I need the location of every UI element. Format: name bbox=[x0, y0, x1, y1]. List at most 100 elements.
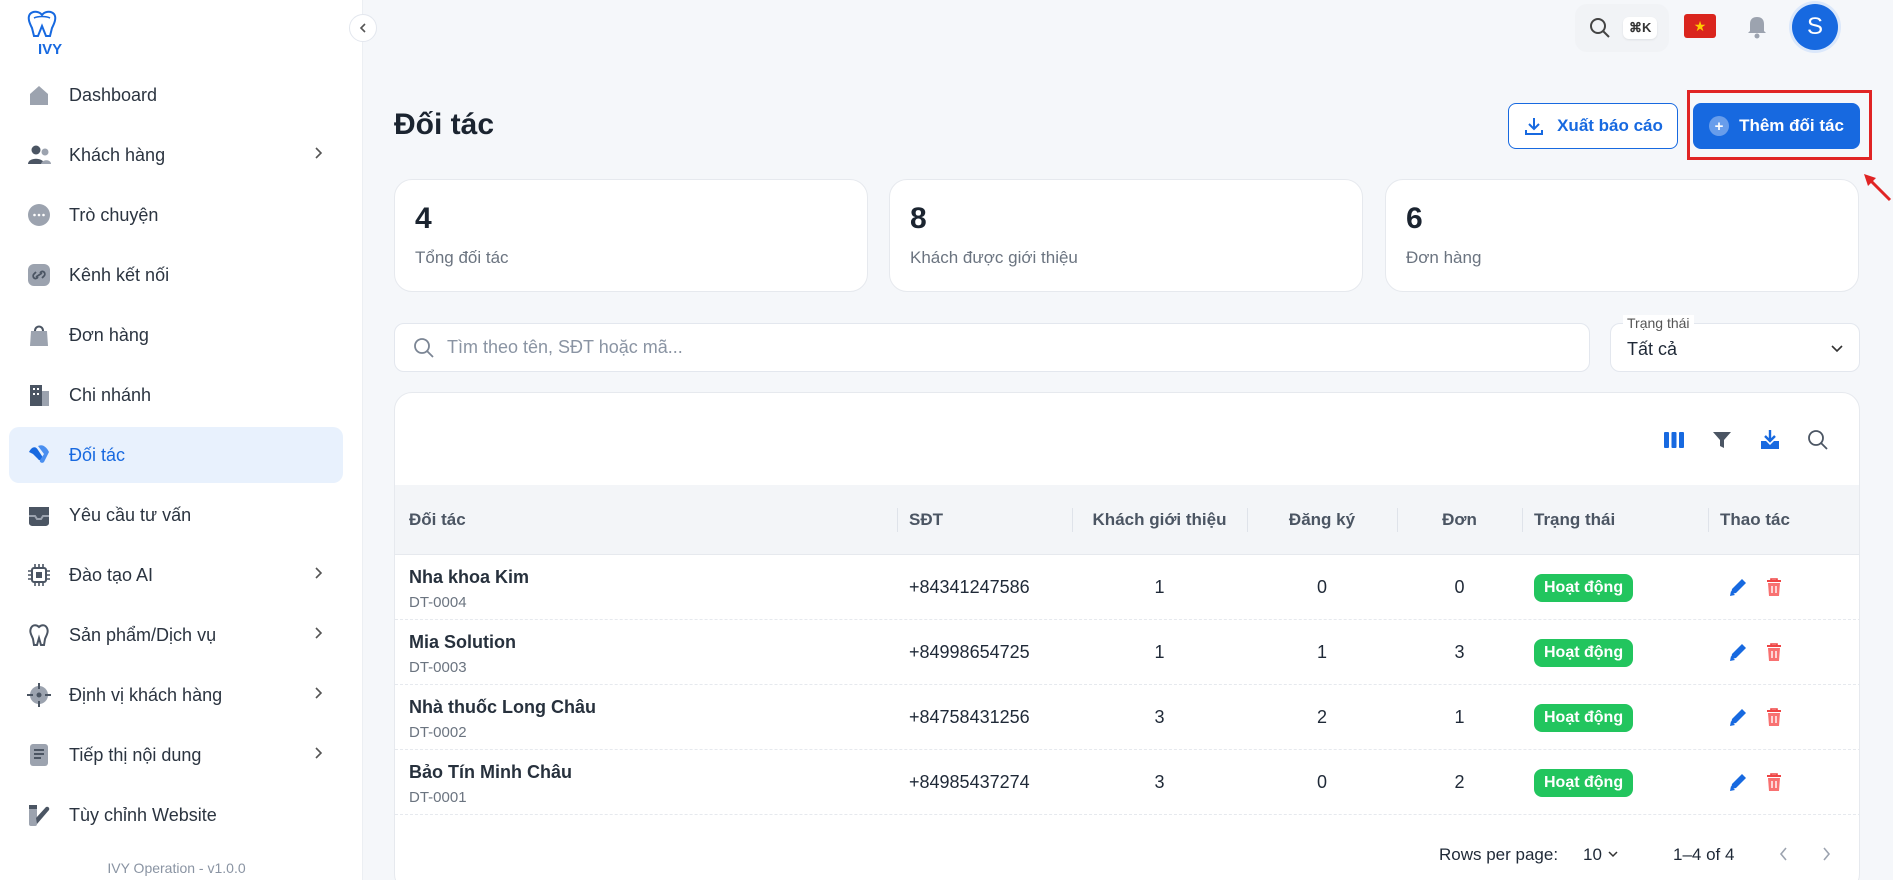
previous-page-button[interactable] bbox=[1777, 846, 1791, 867]
edit-button[interactable] bbox=[1727, 771, 1749, 793]
sidebar-item[interactable]: Khách hàng bbox=[9, 127, 343, 183]
notifications-button[interactable] bbox=[1743, 12, 1771, 40]
shortcut-hint: ⌘K bbox=[1623, 17, 1658, 39]
table-search-button[interactable] bbox=[1805, 427, 1831, 453]
chevron-left-icon bbox=[1779, 847, 1787, 861]
column-header-partner[interactable]: Đối tác bbox=[409, 510, 466, 530]
edit-button[interactable] bbox=[1727, 641, 1749, 663]
search-input[interactable] bbox=[447, 337, 1547, 358]
column-header-registered[interactable]: Đăng ký bbox=[1247, 510, 1397, 530]
command-search-button[interactable]: ⌘K bbox=[1575, 4, 1669, 52]
table-row[interactable]: Mia Solution DT-0003 +84998654725 1 1 3 Hoạt đ… bbox=[395, 620, 1859, 685]
sidebar-item[interactable]: Yêu cầu tư vấn bbox=[9, 487, 343, 543]
chevron-left-icon bbox=[359, 23, 366, 33]
status-badge: Hoạt động bbox=[1534, 574, 1634, 602]
delete-button[interactable] bbox=[1763, 771, 1785, 793]
stat-label: Tổng đối tác bbox=[415, 248, 509, 267]
edit-button[interactable] bbox=[1727, 706, 1749, 728]
stat-card-orders: 6 Đơn hàng bbox=[1385, 179, 1859, 292]
table-toolbar bbox=[1661, 427, 1831, 453]
sidebar-item-label: Đơn hàng bbox=[69, 324, 149, 345]
trash-icon bbox=[1767, 643, 1781, 661]
user-avatar[interactable]: S bbox=[1792, 4, 1838, 50]
table-row[interactable]: Nha khoa Kim DT-0004 +84341247586 1 0 0 Hoạt đ… bbox=[395, 555, 1859, 620]
sidebar-item[interactable]: Sản phẩm/Dịch vụ bbox=[9, 607, 343, 663]
svg-text:IVY: IVY bbox=[38, 41, 62, 56]
column-header-status[interactable]: Trạng thái bbox=[1534, 510, 1615, 530]
shopping-bag-icon bbox=[25, 321, 53, 349]
sidebar-item[interactable]: Tùy chỉnh Website bbox=[9, 787, 343, 843]
next-page-button[interactable] bbox=[1819, 846, 1833, 867]
home-icon bbox=[25, 81, 53, 109]
sidebar-item[interactable]: Tiếp thị nội dung bbox=[9, 727, 343, 783]
registered-cell: 1 bbox=[1316, 642, 1327, 662]
orders-cell: 3 bbox=[1454, 642, 1465, 662]
stat-label: Đơn hàng bbox=[1406, 248, 1482, 267]
column-divider bbox=[1522, 508, 1523, 532]
sidebar-item-label: Yêu cầu tư vấn bbox=[69, 504, 192, 525]
filter-button[interactable] bbox=[1709, 427, 1735, 453]
status-filter-label: Trạng thái bbox=[1623, 315, 1694, 331]
referred-cell: 3 bbox=[1154, 772, 1165, 792]
sidebar-item[interactable]: Định vị khách hàng bbox=[9, 667, 343, 723]
chat-icon bbox=[25, 201, 53, 229]
sidebar-item[interactable]: Kênh kết nối bbox=[9, 247, 343, 303]
edit-button[interactable] bbox=[1727, 576, 1749, 598]
table-row[interactable]: Nhà thuốc Long Châu DT-0002 +84758431256 3 2… bbox=[395, 685, 1859, 750]
rows-per-page-select[interactable]: 10 bbox=[1583, 845, 1619, 865]
chevron-down-icon bbox=[1831, 345, 1843, 353]
sidebar-item-label: Đối tác bbox=[69, 444, 126, 465]
status-filter-select[interactable]: Trạng thái Tất cả bbox=[1610, 315, 1860, 372]
columns-button[interactable] bbox=[1661, 427, 1687, 453]
stat-value: 8 bbox=[910, 202, 927, 235]
sidebar-item[interactable]: Chi nhánh bbox=[9, 367, 343, 423]
sidebar-item-label: Đào tạo AI bbox=[69, 564, 154, 585]
chevron-right-icon bbox=[315, 747, 323, 759]
sidebar-item-label: Khách hàng bbox=[69, 144, 166, 165]
phone-cell: +84341247586 bbox=[909, 577, 1030, 597]
pencil-icon bbox=[1730, 644, 1746, 661]
delete-button[interactable] bbox=[1763, 576, 1785, 598]
partner-name: Nha khoa Kim bbox=[409, 567, 530, 587]
sidebar-item-label: Kênh kết nối bbox=[69, 264, 170, 285]
sidebar-item[interactable]: Đơn hàng bbox=[9, 307, 343, 363]
sidebar-item-label: Dashboard bbox=[69, 84, 158, 105]
pencil-icon bbox=[1730, 774, 1746, 791]
column-header-phone[interactable]: SĐT bbox=[909, 510, 943, 530]
delete-button[interactable] bbox=[1763, 706, 1785, 728]
sidebar-item-label: Tùy chỉnh Website bbox=[69, 804, 217, 825]
bell-icon bbox=[1748, 17, 1766, 39]
collapse-sidebar-button[interactable] bbox=[349, 14, 377, 42]
phone-cell: +84985437274 bbox=[909, 772, 1030, 792]
sidebar-item-label: Sản phẩm/Dịch vụ bbox=[69, 624, 217, 645]
pagination: Rows per page: 10 1–4 of 4 bbox=[395, 840, 1859, 870]
phone-cell: +84998654725 bbox=[909, 642, 1030, 662]
link-icon bbox=[25, 261, 53, 289]
chip-icon bbox=[25, 561, 53, 589]
partner-name: Nhà thuốc Long Châu bbox=[409, 697, 596, 717]
sidebar-item[interactable]: Đối tác bbox=[9, 427, 343, 483]
column-header-referred[interactable]: Khách giới thiệu bbox=[1072, 510, 1247, 530]
language-flag-button[interactable]: ★ bbox=[1684, 14, 1716, 38]
download-table-button[interactable] bbox=[1757, 427, 1783, 453]
page-title: Đối tác bbox=[394, 108, 495, 141]
sidebar-item-label: Chi nhánh bbox=[69, 384, 152, 405]
partner-name: Mia Solution bbox=[409, 632, 516, 652]
partner-cell: Bảo Tín Minh Châu DT-0001 bbox=[409, 762, 572, 806]
export-report-label: Xuất báo cáo bbox=[1557, 116, 1663, 135]
column-header-orders[interactable]: Đơn bbox=[1397, 510, 1522, 530]
sidebar-item-label: Trò chuyện bbox=[69, 204, 159, 225]
sidebar-item[interactable]: Đào tạo AI bbox=[9, 547, 343, 603]
building-icon bbox=[25, 381, 53, 409]
palette-icon bbox=[25, 801, 53, 829]
sidebar-item[interactable]: Trò chuyện bbox=[9, 187, 343, 243]
table-row[interactable]: Bảo Tín Minh Châu DT-0001 +84985437274 3 0 2 H… bbox=[395, 750, 1859, 815]
orders-cell: 0 bbox=[1454, 577, 1465, 597]
crosshair-icon bbox=[25, 681, 53, 709]
delete-button[interactable] bbox=[1763, 641, 1785, 663]
column-divider bbox=[897, 508, 898, 532]
app-logo[interactable]: IVY bbox=[24, 10, 84, 58]
sidebar-item[interactable]: Dashboard bbox=[9, 67, 343, 123]
export-report-button[interactable]: Xuất báo cáo bbox=[1508, 103, 1678, 149]
chevron-down-icon bbox=[1608, 851, 1618, 858]
